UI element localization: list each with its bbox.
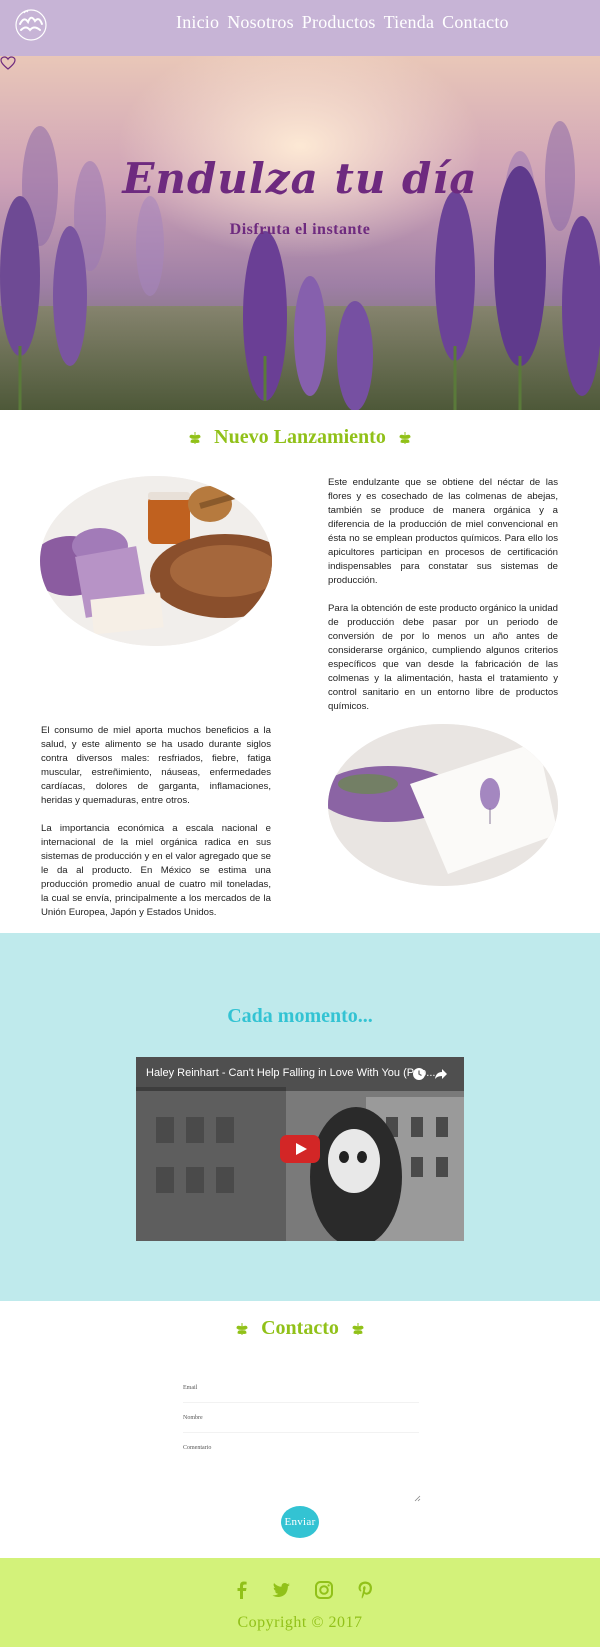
launch-section-title: Nuevo Lanzamiento xyxy=(0,426,600,449)
resize-grip-icon[interactable] xyxy=(414,1495,421,1502)
main-menu: Inicio Nosotros Productos Tienda Contact… xyxy=(176,12,509,42)
contact-section-title: Contacto xyxy=(0,1317,600,1340)
name-label: Nombre xyxy=(183,1415,203,1421)
moments-section: Cada momento... Haley Reinhart - Can't H… xyxy=(0,933,600,1301)
moments-title: Cada momento... xyxy=(227,1005,373,1027)
pinterest-icon[interactable] xyxy=(355,1580,375,1600)
copyright-text: Copyright © 2017 xyxy=(237,1614,363,1631)
video-player[interactable]: Haley Reinhart - Can't Help Falling in L… xyxy=(136,1057,464,1241)
hero-title: Endulza tu día xyxy=(122,154,478,203)
contact-title-text: Contacto xyxy=(261,1317,339,1339)
launch-left-paragraph-1: El consumo de miel aporta muchos benefic… xyxy=(41,725,271,806)
nav-link-contacto[interactable]: Contacto xyxy=(442,12,509,42)
lavender-card-image xyxy=(328,724,558,886)
email-field[interactable] xyxy=(183,1393,419,1403)
honey-wood-logo[interactable] xyxy=(14,8,48,42)
nav-link-nosotros[interactable]: Nosotros xyxy=(227,12,294,42)
send-button[interactable]: Enviar xyxy=(281,1506,319,1538)
footer: Copyright © 2017 xyxy=(0,1558,600,1647)
email-label: Email xyxy=(183,1385,198,1391)
watch-later-icon[interactable] xyxy=(412,1067,426,1081)
hero-subtitle: Disfruta el instante xyxy=(229,221,371,238)
nav-link-tienda[interactable]: Tienda xyxy=(384,12,435,42)
nav-link-inicio[interactable]: Inicio xyxy=(176,12,219,42)
video-title: Haley Reinhart - Can't Help Falling in L… xyxy=(146,1067,436,1079)
heart-icon xyxy=(0,56,16,70)
leaf-icon xyxy=(236,1323,248,1336)
launch-left-paragraph-2: La importancia económica a escala nacion… xyxy=(41,823,271,918)
hero-banner: Endulza tu día Disfruta el instante xyxy=(0,56,600,410)
nav-link-productos[interactable]: Productos xyxy=(302,12,376,42)
facebook-icon[interactable] xyxy=(232,1580,252,1600)
twitter-icon[interactable] xyxy=(271,1580,291,1600)
instagram-icon[interactable] xyxy=(314,1580,334,1600)
leaf-icon xyxy=(189,432,201,445)
leaf-icon xyxy=(352,1323,364,1336)
launch-right-paragraph-1: Este endulzante que se obtiene del nécta… xyxy=(328,477,558,586)
play-button[interactable] xyxy=(280,1135,320,1163)
share-icon[interactable] xyxy=(434,1067,448,1081)
comment-field[interactable] xyxy=(183,1458,421,1502)
launch-right-paragraph-2: Para la obtención de este producto orgán… xyxy=(328,603,558,712)
honey-product-image xyxy=(40,476,272,646)
launch-title-text: Nuevo Lanzamiento xyxy=(214,426,386,448)
top-navbar: Inicio Nosotros Productos Tienda Contact… xyxy=(0,0,600,56)
launch-left-text: El consumo de miel aporta muchos benefic… xyxy=(41,724,271,920)
comment-label: Comentario xyxy=(183,1445,212,1451)
name-field[interactable] xyxy=(183,1423,419,1433)
launch-right-text: Este endulzante que se obtiene del nécta… xyxy=(328,476,558,714)
leaf-icon xyxy=(399,432,411,445)
